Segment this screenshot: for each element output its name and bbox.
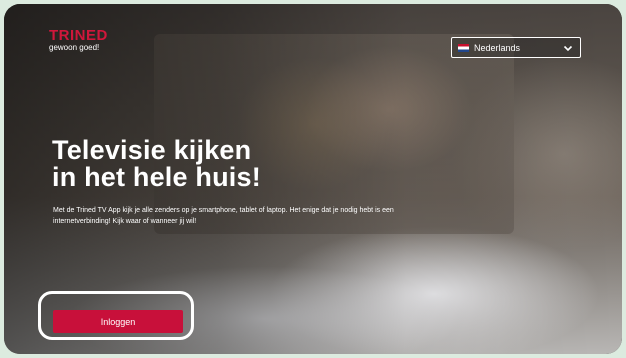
language-selected-label: Nederlands <box>474 42 521 53</box>
hero-description: Met de Trined TV App kijk je alle zender… <box>53 207 394 225</box>
hero-headline-line-1: Televisie kijken <box>52 135 252 165</box>
chevron-down-icon <box>563 45 573 51</box>
login-button[interactable]: Inloggen <box>53 310 183 333</box>
brand-tagline: gewoon goed! <box>49 43 100 52</box>
netherlands-flag-icon <box>458 43 469 52</box>
hero-headline: Televisie kijken in het hele huis! <box>52 137 261 191</box>
hero-headline-line-2: in het hele huis! <box>52 162 261 192</box>
language-select[interactable]: Nederlands <box>451 37 581 58</box>
brand-logo[interactable]: TRINED gewoon goed! <box>49 28 108 52</box>
brand-name: TRINED <box>49 27 108 44</box>
